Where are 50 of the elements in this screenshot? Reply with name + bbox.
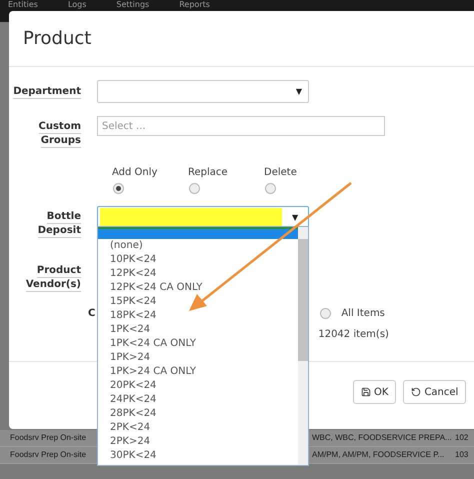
field-label: Groups	[40, 134, 81, 148]
bottle-deposit-select[interactable]: ▼	[97, 206, 309, 229]
dropdown-option[interactable]: 12PK<24 CA ONLY	[98, 281, 298, 295]
dropdown-option[interactable]: 24PK<24	[98, 393, 298, 407]
field-label: Vendor(s)	[26, 278, 81, 292]
ok-button[interactable]: OK	[353, 380, 396, 404]
dropdown-option[interactable]: 12PK<24	[98, 267, 298, 281]
table-cell-text: 102	[454, 432, 468, 444]
table-cell: Foodsrv Prep On-site	[10, 450, 86, 459]
radio-label: Add Only	[111, 166, 158, 179]
dropdown-caret: ▼	[292, 214, 298, 222]
dropdown-option[interactable]: 2PK>24	[98, 435, 298, 449]
dropdown-option[interactable]: 2PK<24	[98, 421, 298, 435]
radio-button[interactable]	[320, 308, 332, 319]
save-icon	[361, 387, 371, 397]
custom-groups-field[interactable]: Select ...	[97, 116, 385, 136]
scrollbar[interactable]	[298, 227, 308, 465]
department-select[interactable]: ▼	[97, 80, 309, 103]
dropdown-option[interactable]: 30PK<24	[98, 449, 298, 463]
table-cell: WBC, WBC, FOODSERVICE PREPA...	[312, 433, 452, 442]
dropdown-option[interactable]: 18PK<24	[98, 309, 298, 323]
dropdown-option[interactable]: 1PK<24 CA ONLY	[98, 337, 298, 351]
field-label: Department	[13, 84, 81, 98]
radio-button[interactable]	[265, 183, 276, 194]
dropdown-option[interactable]: 1PK>24	[98, 351, 298, 365]
field-label: Custom	[38, 120, 81, 134]
radio-label: Delete	[263, 166, 297, 179]
dropdown-option[interactable]: 20PK<24	[98, 379, 298, 393]
radio-button[interactable]	[113, 183, 124, 194]
table-cell: Foodsrv Prep On-site	[10, 433, 86, 442]
dropdown-caret: ▼	[296, 88, 302, 96]
radio-label: Replace	[187, 166, 228, 179]
table-cell-text: 103	[454, 449, 468, 461]
dropdown-option[interactable]: 1PK>24 CA ONLY	[98, 365, 298, 379]
dropdown-option[interactable]: 15PK<24	[98, 295, 298, 309]
dropdown-option[interactable]: 1PK<24	[98, 323, 298, 337]
cancel-button[interactable]: Cancel	[403, 380, 466, 404]
field-label: Deposit	[38, 224, 81, 238]
field-label: Product	[36, 264, 81, 278]
table-cell: AM/PM, AM/PM, FOODSERVICE P...	[312, 450, 444, 459]
dropdown-option[interactable]: 10PK<24	[98, 253, 298, 267]
dialog-title: Product	[23, 27, 92, 51]
dropdown-option[interactable]: 28PK<24	[98, 407, 298, 421]
radio-label: All Items	[341, 307, 385, 321]
radio-button[interactable]	[189, 183, 200, 194]
dropdown-option[interactable]: (none)	[98, 239, 298, 253]
option-label: C	[88, 307, 96, 321]
undo-icon	[411, 387, 422, 397]
field-label: Bottle	[46, 210, 81, 224]
item-count: 12042 item(s)	[318, 328, 389, 342]
